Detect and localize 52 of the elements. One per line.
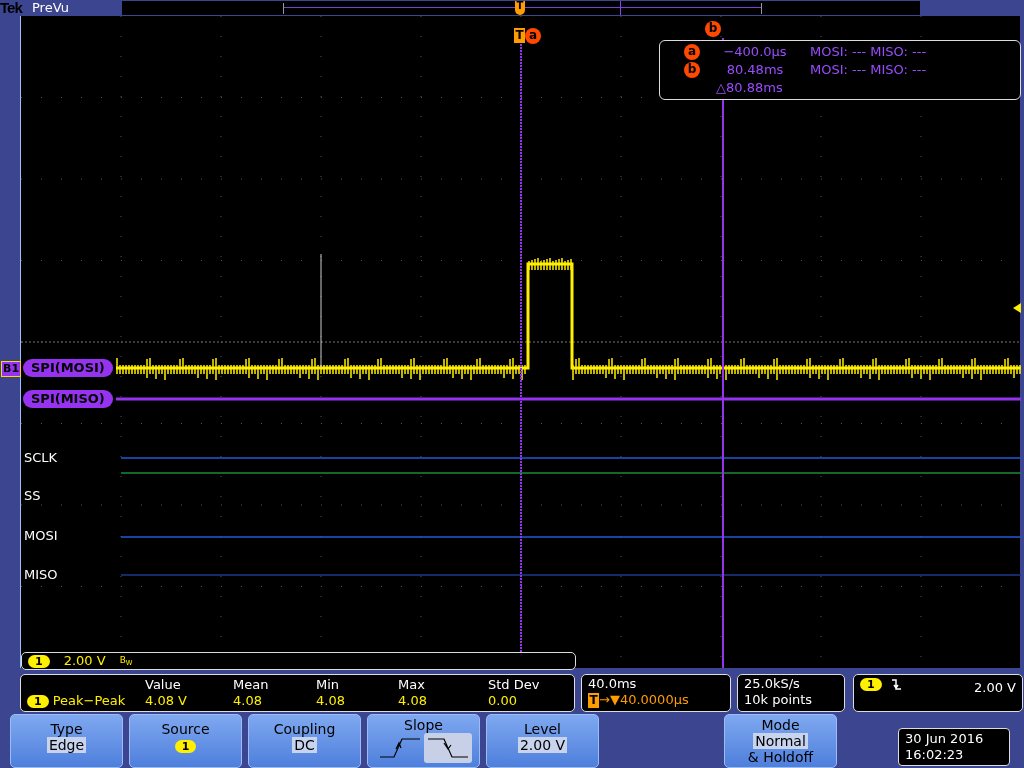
column-header: Mean xyxy=(233,677,270,693)
cursor-label: a xyxy=(684,44,700,60)
horizontal-scale: 40.0ms xyxy=(588,676,638,692)
measurement-value: 0.00 xyxy=(488,693,518,709)
column-header: Std Dev xyxy=(488,677,541,693)
cursor-time: −400.0µs xyxy=(722,43,788,62)
slope-button[interactable]: Slope xyxy=(367,714,480,768)
measurement-value: 4.08 xyxy=(316,693,346,709)
mode-label: PreVu xyxy=(32,0,70,16)
column-header: Max xyxy=(398,677,426,693)
measurement-name: Peak−Peak xyxy=(52,693,126,708)
softkey-button[interactable]: Type Edge xyxy=(10,714,123,768)
cursor-values: MOSI: --- MISO: --- xyxy=(810,43,927,62)
vertical-scale: 2.00 V xyxy=(63,652,106,671)
softkey-button[interactable]: Level 2.00 V xyxy=(486,714,599,768)
trigger-level: 2.00 V xyxy=(974,679,1016,697)
softkey-button[interactable]: Coupling DC xyxy=(248,714,361,768)
channel-label: SCLK xyxy=(24,450,58,465)
record-length: 10k points xyxy=(744,692,814,708)
trigger-icon: T xyxy=(588,693,599,708)
channel-label: MISO xyxy=(24,567,58,582)
trigger-delay: →▼40.0000µs xyxy=(599,692,689,707)
slope-option[interactable] xyxy=(423,733,472,763)
channel-badge: 1 xyxy=(27,695,49,708)
bus-badge: B1 xyxy=(1,361,22,377)
cursor-values: MOSI: --- MISO: --- xyxy=(810,61,927,80)
cursor-time: 80.48ms xyxy=(725,61,785,80)
trigger-level-icon xyxy=(1013,303,1021,313)
cursor-delta: △80.88ms xyxy=(716,79,783,98)
sample-rate: 25.0kS/s xyxy=(744,676,801,692)
softkey-button[interactable]: Source 1 xyxy=(129,714,242,768)
channel-badge: 1 xyxy=(28,654,50,668)
cursor-label: b xyxy=(684,62,700,78)
falling-edge-icon xyxy=(891,678,902,690)
bus-label: SPI(MOSI) xyxy=(23,359,113,377)
channel-badge: 1 xyxy=(860,678,882,691)
measurement-value: 4.08 xyxy=(233,693,263,709)
column-header: Value xyxy=(145,677,182,693)
measurement-value: 4.08 V xyxy=(145,693,188,709)
softkey-button[interactable]: Mode Normal & Holdoff xyxy=(724,714,837,768)
bandwidth-indicator: B$_{W}$ xyxy=(119,654,133,668)
channel-label: MOSI xyxy=(24,528,58,543)
measurement-value: 4.08 xyxy=(398,693,428,709)
date-text: 30 Jun 2016 xyxy=(905,731,985,747)
brand-logo: Tek xyxy=(0,0,24,16)
channel-label: SS xyxy=(24,488,41,503)
column-header: Min xyxy=(316,677,341,693)
cursor-marker[interactable]: b xyxy=(705,21,721,37)
cursor-line[interactable] xyxy=(722,37,724,668)
trigger-position-marker: T xyxy=(515,1,525,15)
time-text: 16:02:23 xyxy=(905,747,965,763)
bus-label: SPI(MISO) xyxy=(23,390,113,408)
